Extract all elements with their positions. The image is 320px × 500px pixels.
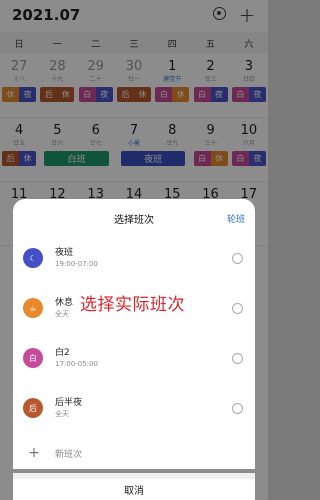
shift-option[interactable]: 白 白2 17:00-05:00: [13, 338, 255, 378]
sheet-header: 选择班次 轮班: [13, 199, 255, 237]
shift-option-time: 17:00-05:00: [55, 359, 98, 368]
shift-option[interactable]: 后 后半夜 全天: [13, 388, 255, 428]
radio-button[interactable]: [232, 302, 243, 314]
rotation-button[interactable]: 轮班: [227, 212, 245, 225]
cancel-label: 取消: [124, 486, 144, 497]
annotation-text: 选择实际班次: [80, 295, 185, 315]
radio-button[interactable]: [232, 252, 243, 264]
radio-button[interactable]: [232, 402, 243, 414]
coffee-icon: ☕: [23, 298, 43, 318]
plus-icon: +: [28, 445, 40, 461]
cancel-button[interactable]: 取消: [13, 473, 255, 500]
shift-option[interactable]: ☾ 夜班 19:00-07:00: [13, 238, 255, 278]
shift-option-name: 夜班: [55, 247, 74, 258]
shift-option-time: 19:00-07:00: [55, 259, 98, 268]
new-shift-button[interactable]: + 新班次: [13, 440, 255, 466]
late-night-icon: 后: [23, 398, 43, 418]
moon-icon: ☾: [23, 248, 43, 268]
shift-option-name: 后半夜: [55, 397, 83, 408]
radio-button[interactable]: [232, 352, 243, 364]
new-shift-label: 新班次: [55, 449, 83, 460]
white-shift-icon: 白: [23, 348, 43, 368]
shift-option-name: 白2: [55, 347, 70, 358]
shift-option-time: 全天: [55, 409, 69, 418]
sheet-title: 选择班次: [114, 214, 154, 226]
